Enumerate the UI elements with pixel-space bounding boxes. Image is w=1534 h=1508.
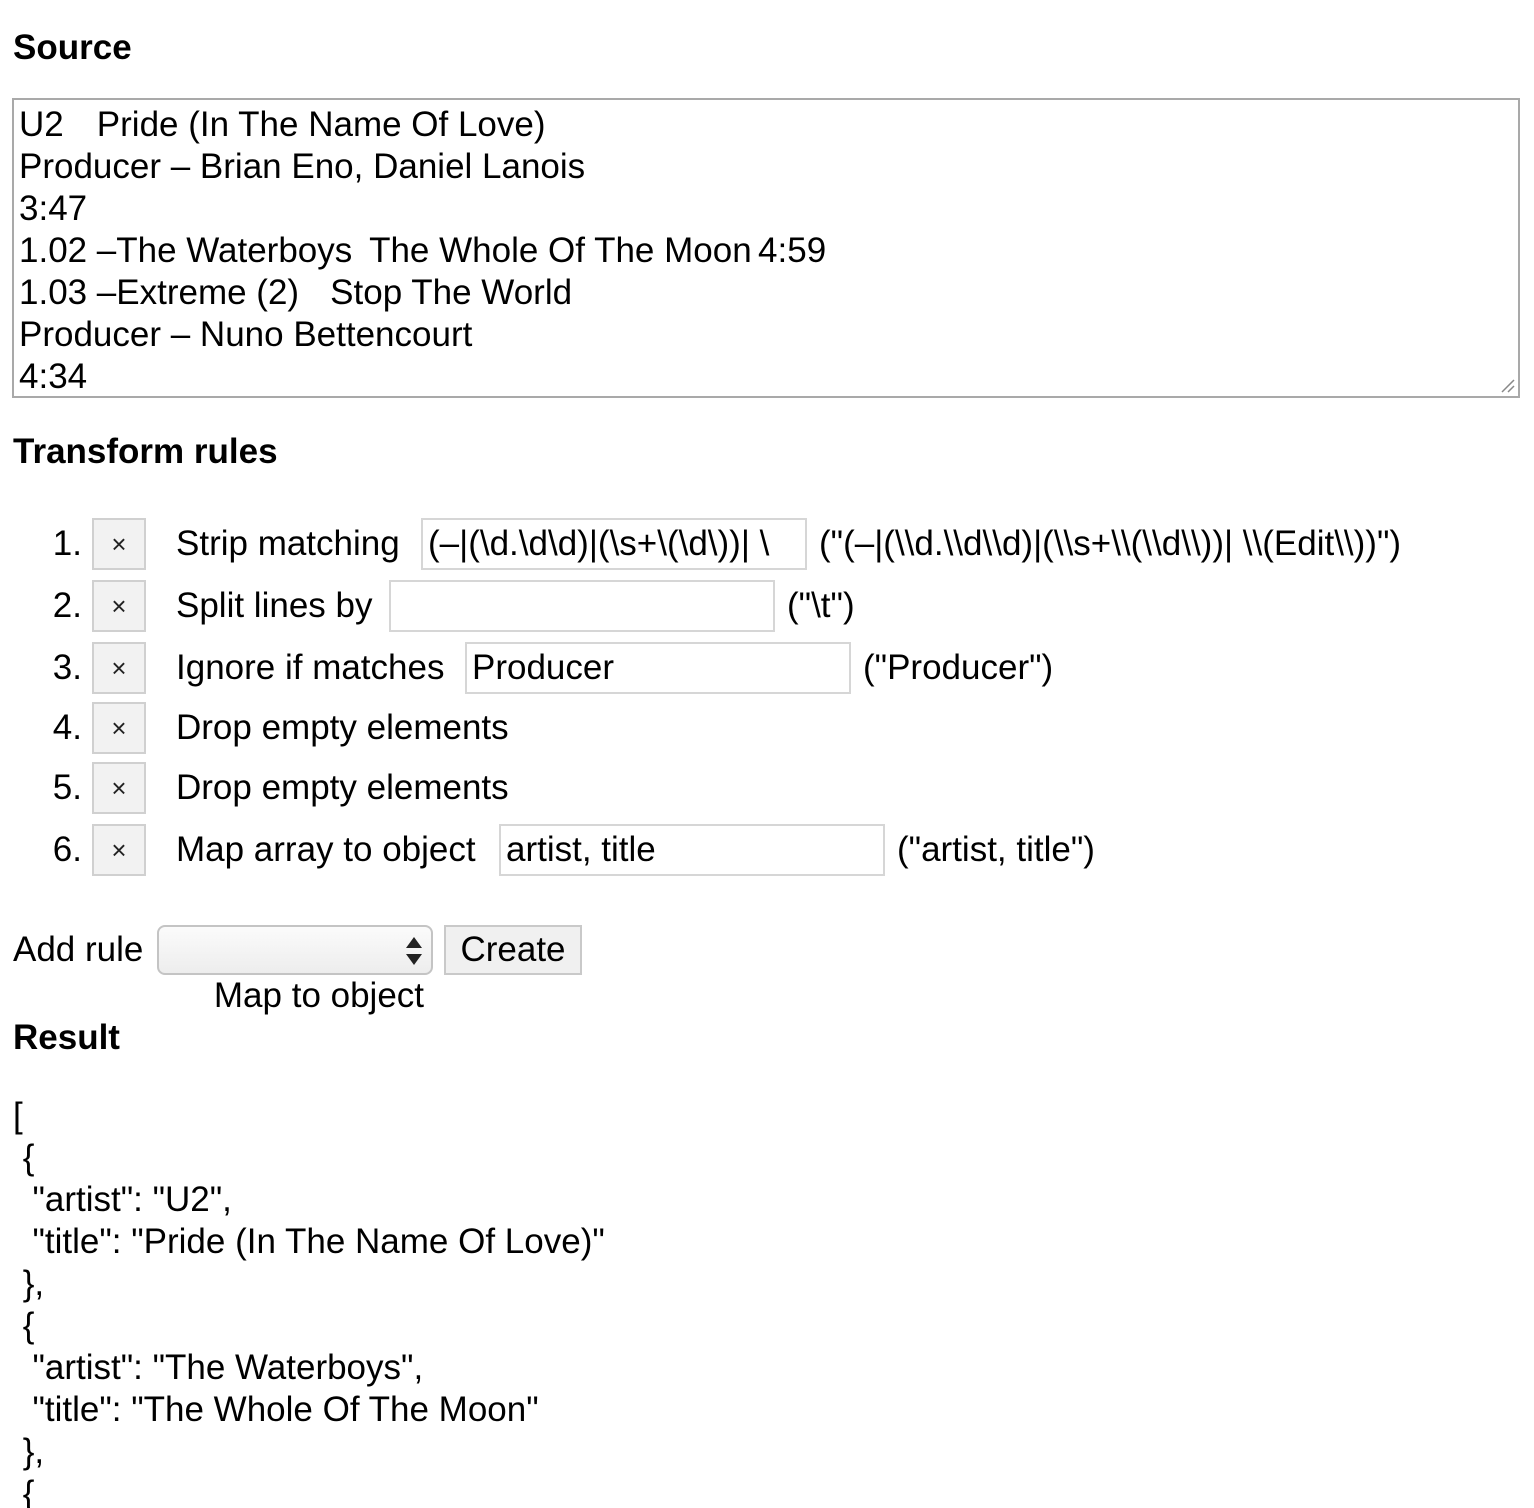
rule-item: 5. × Drop empty elements: [0, 762, 1534, 814]
result-line: "artist": "The Waterboys",: [13, 1348, 424, 1387]
result-line: {: [13, 1138, 35, 1177]
rule-number: 1.: [52, 524, 82, 563]
result-line: "title": "Pride (In The Name Of Love)": [13, 1222, 605, 1261]
rule-label: Split lines by: [176, 586, 373, 625]
rule-label: Map array to object: [176, 830, 476, 869]
rule-number: 3.: [52, 648, 82, 687]
delete-rule-button[interactable]: ×: [92, 824, 146, 876]
rule-fields-input[interactable]: artist, title: [499, 824, 885, 876]
result-line: },: [13, 1432, 45, 1471]
rule-item: 3. × Ignore if matches Producer ("Produc…: [0, 642, 1534, 694]
rule-preview: ("\t"): [787, 586, 855, 625]
source-line: 1.03 –Extreme (2) Stop The World: [19, 273, 573, 312]
transform-rules-heading: Transform rules: [13, 432, 278, 471]
result-line: "artist": "U2",: [13, 1180, 232, 1219]
rule-label: Strip matching: [176, 524, 400, 563]
delete-rule-button[interactable]: ×: [92, 702, 146, 754]
rule-match-input[interactable]: Producer: [465, 642, 851, 694]
source-line: U2 Pride (In The Name Of Love): [19, 105, 546, 144]
result-line: {: [13, 1474, 35, 1508]
result-line: },: [13, 1264, 45, 1303]
result-line: [: [13, 1096, 23, 1135]
rule-pattern-input[interactable]: (–|(\d.\d\d)|(\s+\(\d\))| \: [421, 518, 807, 570]
rule-item: 1. × Strip matching (–|(\d.\d\d)|(\s+\(\…: [0, 518, 1534, 570]
source-line: 3:47: [19, 189, 88, 228]
rule-separator-input[interactable]: [389, 580, 775, 632]
rule-label: Drop empty elements: [176, 768, 509, 807]
delete-rule-button[interactable]: ×: [92, 580, 146, 632]
rule-preview: ("artist, title"): [897, 830, 1095, 869]
rule-item: 2. × Split lines by ("\t"): [0, 580, 1534, 632]
create-button[interactable]: Create: [444, 925, 582, 975]
source-heading: Source: [13, 28, 132, 67]
rule-number: 6.: [52, 830, 82, 869]
rule-type-selected: Map to object: [213, 976, 425, 1015]
rule-label: Ignore if matches: [176, 648, 445, 687]
delete-rule-button[interactable]: ×: [92, 762, 146, 814]
rule-number: 5.: [52, 768, 82, 807]
add-rule-label: Add rule: [13, 930, 144, 969]
result-output: [ { "artist": "U2", "title": "Pride (In …: [13, 1095, 605, 1508]
result-line: "title": "The Whole Of The Moon": [13, 1390, 539, 1429]
page: Source U2 Pride (In The Name Of Love) Pr…: [0, 0, 1534, 1508]
delete-rule-button[interactable]: ×: [92, 642, 146, 694]
source-line: 1.02 –The Waterboys The Whole Of The Moo…: [19, 231, 827, 270]
source-line: Producer – Brian Eno, Daniel Lanois: [19, 147, 586, 186]
result-line: {: [13, 1306, 35, 1345]
rule-type-select[interactable]: Map to object: [157, 925, 433, 1015]
rule-preview: ("(–|(\\d.\\d\\d)|(\\s+\\(\\d\\))| \\(Ed…: [819, 524, 1402, 563]
select-arrows-icon: [406, 937, 422, 965]
rule-item: 4. × Drop empty elements: [0, 702, 1534, 754]
result-heading: Result: [13, 1018, 120, 1057]
rule-item: 6. × Map array to object artist, title (…: [0, 824, 1534, 876]
resize-handle-icon[interactable]: [1499, 377, 1515, 393]
source-line: Producer – Nuno Bettencourt: [19, 315, 473, 354]
delete-rule-button[interactable]: ×: [92, 518, 146, 570]
source-textarea[interactable]: U2 Pride (In The Name Of Love) Producer …: [12, 98, 1520, 398]
rule-label: Drop empty elements: [176, 708, 509, 747]
source-line: 4:34: [19, 357, 88, 396]
rule-number: 2.: [52, 586, 82, 625]
rule-number: 4.: [52, 708, 82, 747]
rule-preview: ("Producer"): [863, 648, 1054, 687]
